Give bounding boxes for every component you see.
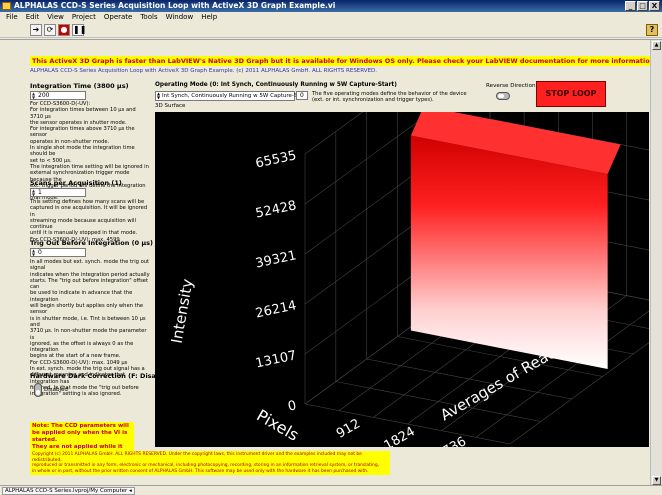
menu-bar: File Edit View Project Operate Tools Win… xyxy=(0,12,662,22)
3d-surface-graph[interactable]: 0 13107 26214 39321 52428 65535 912 1824 2736 364… xyxy=(155,112,649,447)
spin-arrows-icon[interactable]: ▲ ▼ xyxy=(32,189,35,197)
z-tick-label: 0 xyxy=(287,398,298,414)
reverse-direction-toggle[interactable] xyxy=(496,92,510,100)
spin-arrows-icon[interactable]: ▲ ▼ xyxy=(157,92,160,100)
info-banner: This ActiveX 3D Graph is faster than Lab… xyxy=(30,56,659,66)
z-tick-label: 52428 xyxy=(254,198,298,221)
menu-window[interactable]: Window xyxy=(166,12,194,22)
menu-file[interactable]: File xyxy=(6,12,18,22)
dark-correction-toggle[interactable] xyxy=(34,383,42,397)
menu-edit[interactable]: Edit xyxy=(26,12,40,22)
menu-project[interactable]: Project xyxy=(72,12,96,22)
z-tick-label: 13107 xyxy=(254,348,298,371)
toolbar: ➔ ⟳ ● ❚❚ ? xyxy=(0,22,662,38)
x-tick-label: 2736 xyxy=(433,434,469,447)
menu-view[interactable]: View xyxy=(47,12,64,22)
menu-operate[interactable]: Operate xyxy=(104,12,132,22)
labview-vi-icon xyxy=(2,2,11,10)
trig-out-value: 0 xyxy=(38,249,42,256)
window-title: ALPHALAS CCD-S Series Acquisition Loop w… xyxy=(14,1,336,10)
stop-loop-button[interactable]: STOP LOOP xyxy=(536,81,606,107)
scroll-up-icon[interactable]: ▲ xyxy=(652,41,661,50)
project-path: ALPHALAS CCD-S Series.lvproj/My Computer… xyxy=(2,487,135,495)
operating-mode-label: Operating Mode (0: Int Synch, Continuous… xyxy=(155,82,397,88)
surface-sheet xyxy=(410,135,608,369)
window-title-bar: ALPHALAS CCD-S Series Acquisition Loop w… xyxy=(0,0,662,12)
abort-icon[interactable]: ● xyxy=(58,24,70,36)
operating-mode-description: The five operating modes define the beha… xyxy=(312,91,467,104)
copyright-subtitle: ALPHALAS CCD-S Series Acquisition Loop w… xyxy=(30,68,378,74)
3d-surface-svg[interactable]: 0 13107 26214 39321 52428 65535 912 1824 2736 364… xyxy=(155,112,649,447)
operating-mode-value: Int Synch, Continuously Running w 5W Cap… xyxy=(162,93,308,99)
operating-mode-label-text: Operating Mode (0: Int Synch, Continuous… xyxy=(155,82,397,88)
spin-arrows-icon[interactable]: ▲ ▼ xyxy=(32,92,35,100)
scroll-down-icon[interactable]: ▼ xyxy=(652,476,661,485)
status-bar: ALPHALAS CCD-S Series.lvproj/My Computer… xyxy=(0,485,662,495)
copyright-footer: Copyright (c) 2011 ALPHALAS GmbH. ALL RI… xyxy=(30,451,390,476)
menu-tools[interactable]: Tools xyxy=(140,12,157,22)
arrow-right-icon[interactable]: ➔ xyxy=(30,24,42,36)
trig-out-input[interactable]: ▲ ▼ 0 xyxy=(30,248,86,257)
scans-description: This setting defines how many scans will… xyxy=(30,199,148,243)
integration-time-input[interactable]: ▲ ▼ 200 xyxy=(30,91,86,100)
x-tick-label: 912 xyxy=(334,416,363,441)
help-icon[interactable]: ? xyxy=(646,24,658,36)
minimize-button[interactable]: _ xyxy=(625,1,636,11)
x-tick-label: 3648 xyxy=(484,444,520,447)
trig-out-label: Trig Out Before Integration (0 µs) xyxy=(30,239,154,247)
scans-value: 1 xyxy=(38,189,42,196)
scans-label: Scans per Acquisition (1) xyxy=(30,179,122,187)
project-path-text: ALPHALAS CCD-S Series.lvproj/My Computer xyxy=(5,488,128,494)
operating-mode-index: 0 xyxy=(296,91,308,100)
z-axis-title: Intensity xyxy=(168,277,197,345)
menu-help[interactable]: Help xyxy=(201,12,217,22)
z-tick-label: 39321 xyxy=(254,248,298,271)
spin-arrows-icon[interactable]: ▲ ▼ xyxy=(32,249,35,257)
close-button[interactable]: X xyxy=(649,1,660,11)
graph-label: 3D Surface xyxy=(155,103,186,109)
scans-input[interactable]: ▲ ▼ 1 xyxy=(30,188,86,197)
dark-correction-state: Disabled xyxy=(44,387,68,393)
integration-time-value: 200 xyxy=(38,92,50,99)
z-tick-label: 26214 xyxy=(254,298,298,321)
front-panel: This ActiveX 3D Graph is faster than Lab… xyxy=(0,39,662,486)
run-continuous-icon[interactable]: ⟳ xyxy=(44,24,56,36)
maximize-button[interactable]: □ xyxy=(637,1,648,11)
integration-time-label: Integration Time (3800 µs) xyxy=(30,82,129,90)
operating-mode-select[interactable]: ▲ ▼ Int Synch, Continuously Running w 5W … xyxy=(155,91,307,101)
z-tick-label: 65535 xyxy=(254,148,298,171)
pause-icon[interactable]: ❚❚ xyxy=(72,24,86,36)
reverse-direction-label: Reverse Direction xyxy=(486,83,536,89)
x-tick-label: 1824 xyxy=(382,424,418,447)
dark-correction-label: Hardware Dark Correction (F: Disable) xyxy=(30,372,171,380)
vertical-scrollbar[interactable]: ▲ ▼ xyxy=(650,40,662,486)
